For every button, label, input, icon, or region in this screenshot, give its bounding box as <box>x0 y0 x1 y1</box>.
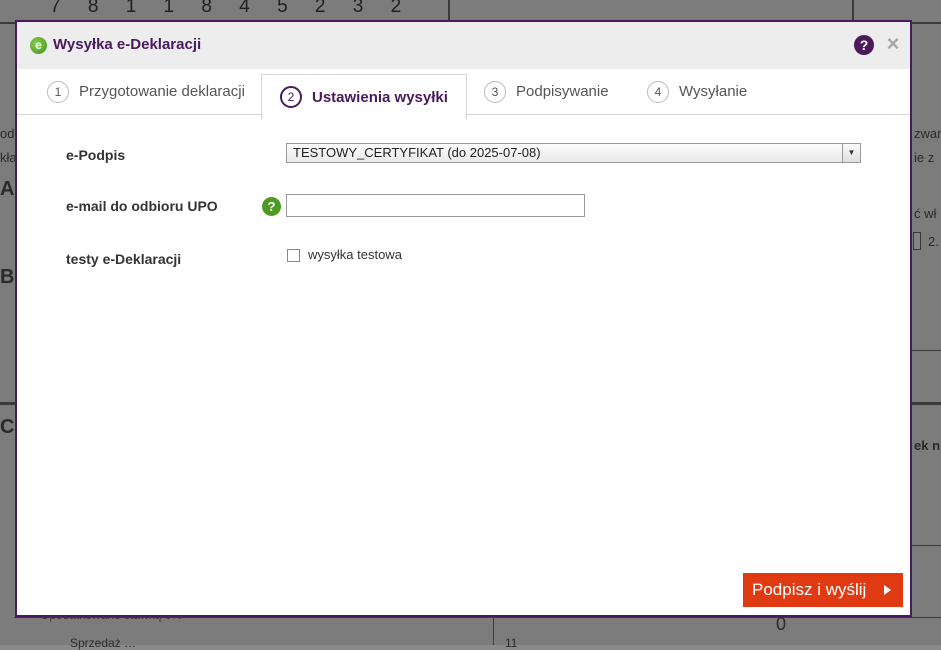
email-label: e-mail do odbioru UPO <box>66 198 218 214</box>
step-number: 2 <box>280 86 302 108</box>
step-number: 4 <box>647 80 669 103</box>
dialog-titlebar: e Wysyłka e-Deklaracji ? × <box>17 22 910 69</box>
tab-label: Ustawienia wysyłki <box>312 88 448 106</box>
epodpis-select[interactable]: TESTOWY_CERTYFIKAT (do 2025-07-08) ▼ <box>286 143 861 163</box>
tab-step-1[interactable]: 1 Przygotowanie deklaracji <box>47 69 245 114</box>
tab-label: Podpisywanie <box>516 83 609 100</box>
background-fragment: Sprzedaż … <box>70 636 137 650</box>
app-logo-icon: e <box>30 37 47 54</box>
background-rule <box>493 617 494 645</box>
close-icon[interactable]: × <box>883 32 903 56</box>
step-number: 3 <box>484 80 506 103</box>
epodpis-selected-value: TESTOWY_CERTYFIKAT (do 2025-07-08) <box>293 145 541 160</box>
sign-and-send-button[interactable]: Podpisz i wyślij <box>743 573 903 607</box>
background-rule <box>912 350 941 351</box>
wizard-steps: 1 Przygotowanie deklaracji 2 Ustawienia … <box>17 69 910 120</box>
background-rule <box>912 545 941 546</box>
tab-step-4[interactable]: 4 Wysyłanie <box>647 69 747 114</box>
test-send-checkbox-label[interactable]: wysyłka testowa <box>308 247 402 262</box>
background-fragment: 0 <box>776 614 787 634</box>
send-declaration-dialog: e Wysyłka e-Deklaracji ? × 1 Przygotowan… <box>15 20 912 617</box>
epodpis-label: e-Podpis <box>66 147 126 163</box>
background-rule <box>448 0 450 22</box>
dialog-title: Wysyłka e-Deklaracji <box>53 36 202 53</box>
sign-and-send-label: Podpisz i wyślij <box>752 580 867 599</box>
play-arrow-icon <box>884 585 891 595</box>
background-fragment: ie z <box>914 150 935 165</box>
tab-label: Przygotowanie deklaracji <box>79 83 245 100</box>
test-send-checkbox[interactable] <box>287 249 300 262</box>
tests-label: testy e-Deklaracji <box>66 251 182 267</box>
help-icon[interactable]: ? <box>854 35 874 55</box>
tab-step-3[interactable]: 3 Podpisywanie <box>484 69 609 114</box>
step-number: 1 <box>47 80 69 103</box>
background-fragment: 11 <box>505 636 518 650</box>
background-fragment: 2. <box>928 234 939 249</box>
email-upo-input[interactable] <box>286 194 585 217</box>
background-box <box>913 232 921 250</box>
background-rule <box>852 0 854 22</box>
email-help-icon[interactable]: ? <box>262 197 281 216</box>
background-fragment: ć wł <box>914 206 937 221</box>
background-fragment: ek n <box>914 438 941 453</box>
background-digits: 7 8 1 1 8 4 5 2 3 2 <box>50 0 413 17</box>
tab-label: Wysyłanie <box>679 83 748 100</box>
background-fragment: zwan <box>914 126 941 141</box>
tab-step-2[interactable]: 2 Ustawienia wysyłki <box>261 74 467 120</box>
chevron-down-icon[interactable]: ▼ <box>842 144 860 162</box>
